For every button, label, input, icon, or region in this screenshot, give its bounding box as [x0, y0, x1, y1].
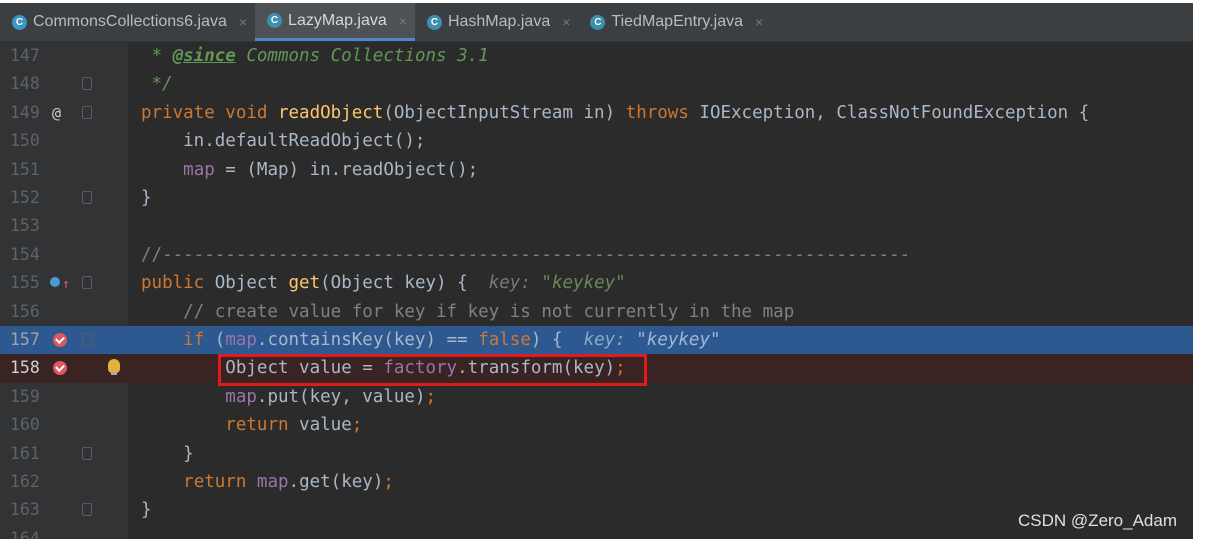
code-line[interactable]: 153	[0, 212, 1193, 241]
code-line[interactable]: 155 ↑ public Object get(Object key) { key…	[0, 269, 1193, 298]
code-line[interactable]: 164	[0, 524, 1193, 539]
inline-debug-hint: key:	[488, 273, 542, 294]
code-text: */	[141, 74, 173, 95]
tab-tiedmapentry[interactable]: C TiedMapEntry.java ×	[578, 3, 771, 41]
line-number: 164	[10, 528, 40, 539]
tab-label: CommonsCollections6.java	[33, 13, 227, 30]
line-number: 158	[10, 358, 40, 378]
code-line[interactable]: 151 map = (Map) in.readObject();	[0, 155, 1193, 184]
code-line[interactable]: 147 * @since Commons Collections 3.1	[0, 42, 1193, 71]
code-text: }	[141, 188, 152, 208]
highlight-annotation-box	[218, 354, 647, 386]
code-text: //--------------------------------------…	[141, 244, 911, 265]
close-icon[interactable]: ×	[393, 13, 407, 29]
line-number: 153	[10, 216, 40, 236]
code-text: return map.get(key);	[183, 472, 394, 492]
fold-icon[interactable]	[82, 276, 92, 290]
code-line[interactable]: 161 }	[0, 439, 1193, 468]
line-number: 161	[10, 443, 40, 463]
java-class-icon: C	[426, 14, 442, 30]
fold-icon[interactable]	[82, 503, 92, 517]
code-text: public Object get(Object key) { key: "ke…	[141, 273, 626, 294]
watermark: CSDN @Zero_Adam	[1018, 511, 1177, 530]
code-text: // create value for key if key is not cu…	[141, 301, 795, 322]
line-number: 155	[10, 273, 40, 293]
line-number: 160	[10, 415, 40, 435]
line-number: 159	[10, 386, 40, 406]
code-text: * @since Commons Collections 3.1	[141, 46, 489, 66]
fold-icon[interactable]	[82, 446, 92, 460]
code-line[interactable]: 160 return value;	[0, 411, 1193, 440]
code-line[interactable]: 154 //----------------------------------…	[0, 240, 1193, 270]
code-text: if (map.containsKey(key) == false) { key…	[183, 330, 721, 350]
annotation-icon[interactable]: @	[52, 99, 61, 127]
code-line[interactable]: 150 in.defaultReadObject();	[0, 127, 1193, 156]
code-line[interactable]: 159 map.put(key, value);	[0, 382, 1193, 412]
execution-line[interactable]: 157 if (map.containsKey(key) == false) {…	[0, 326, 1193, 355]
ide-editor-window: C CommonsCollections6.java × C LazyMap.j…	[0, 3, 1193, 539]
code-line[interactable]: 148 */	[0, 70, 1193, 99]
line-number: 162	[10, 472, 40, 491]
tab-label: HashMap.java	[447, 13, 551, 30]
line-number: 149	[10, 102, 40, 122]
tab-lazymap[interactable]: C LazyMap.java ×	[255, 3, 415, 41]
code-line[interactable]: 149 @ private void readObject(ObjectInput…	[0, 98, 1193, 128]
lightbulb-icon[interactable]	[108, 359, 120, 376]
fold-icon[interactable]	[82, 77, 92, 91]
code-editor[interactable]: 147 * @since Commons Collections 3.1 148…	[0, 42, 1193, 539]
tab-hashmap[interactable]: C HashMap.java ×	[415, 3, 578, 41]
breakpoint-icon[interactable]	[53, 333, 67, 347]
line-number: 150	[10, 131, 40, 151]
inline-debug-hint: key:	[583, 330, 637, 350]
code-text: }	[183, 443, 194, 464]
fold-icon[interactable]	[82, 105, 92, 119]
override-icon[interactable]	[50, 277, 60, 288]
code-text: return value;	[225, 415, 363, 436]
tab-commonscollections6[interactable]: C CommonsCollections6.java ×	[0, 3, 255, 41]
code-text: private void readObject(ObjectInputStrea…	[141, 102, 1090, 123]
code-line[interactable]: 156 // create value for key if key is no…	[0, 297, 1193, 326]
line-number: 148	[10, 74, 40, 94]
code-text: map = (Map) in.readObject();	[183, 159, 479, 180]
tab-label: TiedMapEntry.java	[611, 13, 744, 30]
breakpoint-icon[interactable]	[53, 361, 67, 376]
close-icon[interactable]: ×	[556, 14, 570, 30]
code-text: in.defaultReadObject();	[141, 131, 426, 152]
line-number: 154	[10, 244, 40, 264]
close-icon[interactable]: ×	[233, 14, 247, 30]
line-number: 151	[10, 159, 40, 179]
code-line[interactable]: 162 return map.get(key);	[0, 468, 1193, 497]
fold-icon[interactable]	[82, 333, 92, 346]
arrow-up-icon: ↑	[62, 277, 70, 293]
fold-icon[interactable]	[82, 191, 92, 204]
line-number: 157	[10, 330, 40, 349]
line-number: 152	[10, 188, 40, 207]
line-number: 147	[10, 46, 40, 65]
java-class-icon: C	[590, 14, 606, 30]
page-margin	[1193, 0, 1211, 539]
java-class-icon: C	[267, 13, 283, 28]
code-text: }	[141, 500, 152, 521]
line-number: 163	[10, 500, 40, 520]
code-line[interactable]: 152 }	[0, 184, 1193, 213]
editor-tab-bar: C CommonsCollections6.java × C LazyMap.j…	[0, 3, 1193, 42]
java-class-icon: C	[12, 14, 27, 30]
line-number: 156	[10, 301, 40, 321]
tab-label: LazyMap.java	[288, 11, 387, 29]
code-text: map.put(key, value);	[225, 386, 437, 407]
close-icon[interactable]: ×	[749, 14, 763, 30]
code-line[interactable]: 163 }	[0, 496, 1193, 525]
